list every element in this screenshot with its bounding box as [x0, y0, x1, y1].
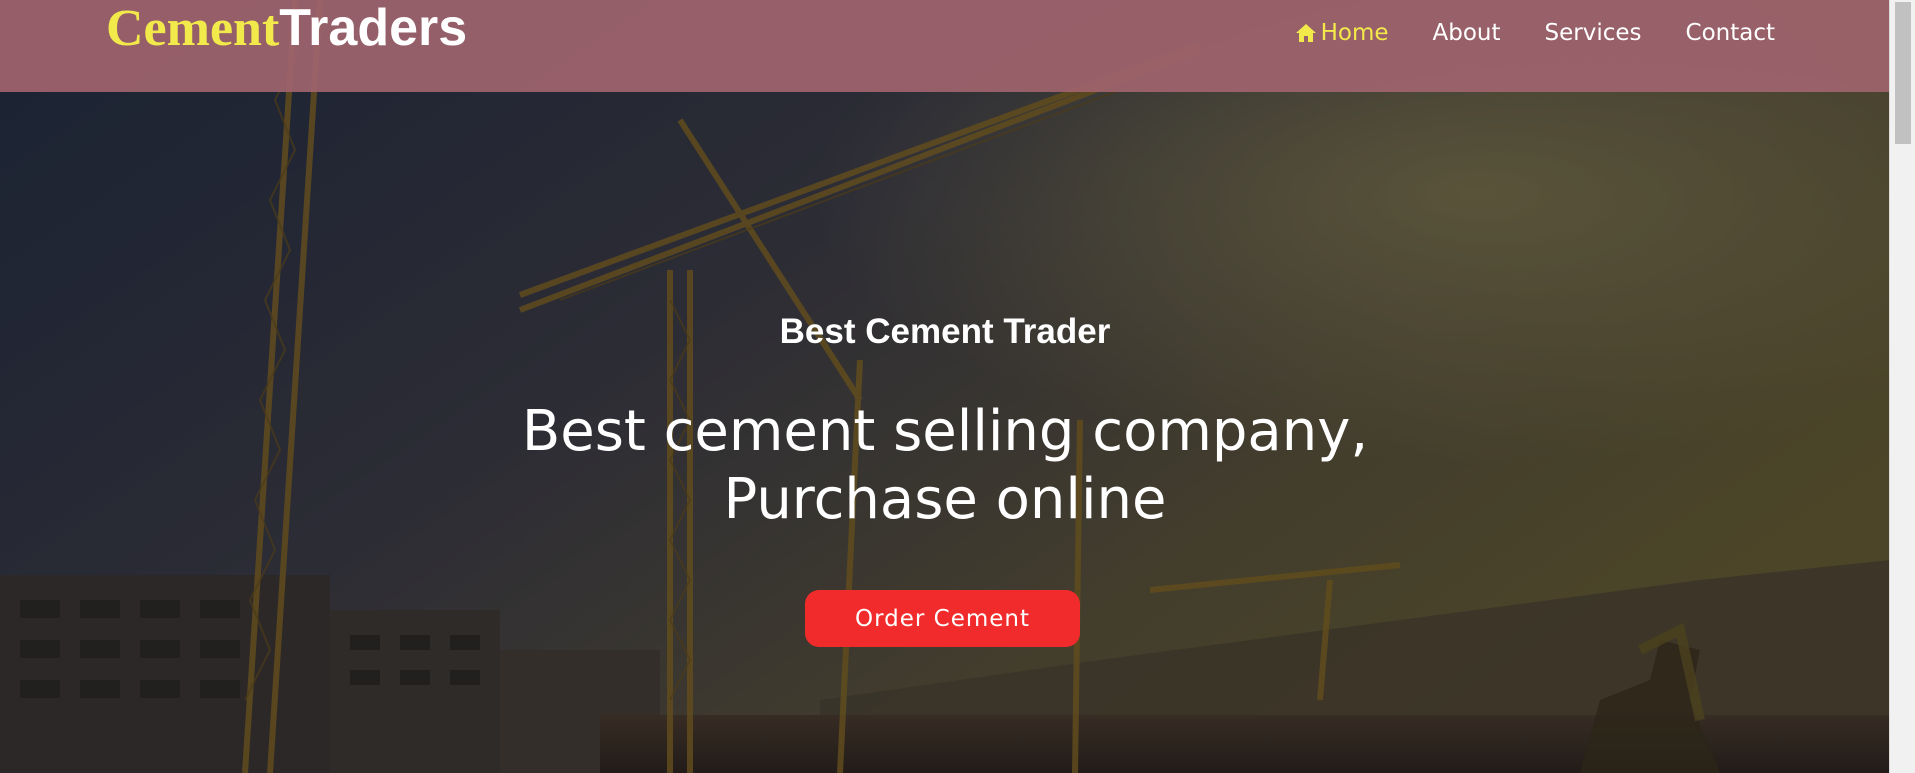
- order-cement-button[interactable]: Order Cement: [805, 590, 1080, 647]
- nav-link-services[interactable]: Services: [1545, 20, 1642, 46]
- nav-link-label: Home: [1320, 20, 1389, 46]
- hero-title: Best cement selling company, Purchase on…: [0, 398, 1890, 534]
- hero-subtitle: Best Cement Trader: [779, 312, 1111, 351]
- scrollbar-thumb[interactable]: [1895, 2, 1911, 144]
- home-icon: [1295, 23, 1317, 43]
- brand-name-part2: Traders: [279, 0, 468, 57]
- page: CementTraders Home About Services Contac…: [0, 0, 1915, 773]
- navbar: CementTraders Home About Services Contac…: [0, 0, 1890, 92]
- nav-link-label: Contact: [1685, 20, 1775, 46]
- hero-dark-overlay: [0, 0, 1890, 773]
- nav-link-home[interactable]: Home: [1295, 20, 1389, 46]
- nav-link-label: About: [1432, 20, 1501, 46]
- vertical-scrollbar[interactable]: [1889, 0, 1915, 773]
- brand-logo[interactable]: CementTraders: [106, 0, 468, 57]
- nav-links: Home About Services Contact: [1295, 15, 1775, 51]
- nav-link-about[interactable]: About: [1433, 20, 1501, 46]
- nav-link-contact[interactable]: Contact: [1686, 20, 1775, 46]
- hero-title-line1: Best cement selling company,: [521, 399, 1369, 464]
- hero-title-line2: Purchase online: [723, 467, 1167, 532]
- nav-link-label: Services: [1544, 20, 1642, 46]
- brand-name-part1: Cement: [106, 0, 280, 57]
